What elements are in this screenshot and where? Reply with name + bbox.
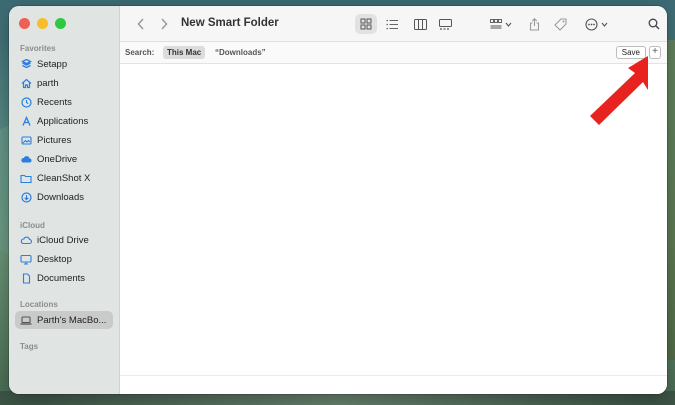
sidebar-item-cleanshot[interactable]: CleanShot X xyxy=(15,169,113,187)
sidebar-item-label: Documents xyxy=(37,272,86,284)
setapp-icon xyxy=(20,58,32,70)
icloud-icon xyxy=(20,234,32,246)
download-icon xyxy=(20,191,32,203)
sidebar-item-setapp[interactable]: Setapp xyxy=(15,55,113,73)
locations-heading: Locations xyxy=(20,300,58,309)
sidebar-item-recents[interactable]: Recents xyxy=(15,93,113,111)
home-icon xyxy=(20,77,32,89)
sidebar-item-label: parth xyxy=(37,77,59,89)
window-title: New Smart Folder xyxy=(181,17,279,29)
search-button[interactable] xyxy=(645,14,663,34)
forward-button[interactable] xyxy=(157,16,171,32)
more-actions-button[interactable] xyxy=(581,14,611,34)
chevron-down-icon xyxy=(505,22,512,27)
minimize-window-button[interactable] xyxy=(37,18,48,29)
favorites-heading: Favorites xyxy=(20,44,56,53)
search-scope-label: Search: xyxy=(125,48,155,57)
group-by-button[interactable] xyxy=(486,14,516,34)
applications-icon xyxy=(20,115,32,127)
desktop-icon xyxy=(20,253,32,265)
icon-view-button[interactable] xyxy=(355,14,377,34)
back-button[interactable] xyxy=(134,16,148,32)
sidebar-item-downloads[interactable]: Downloads xyxy=(15,188,113,206)
sidebar-item-applications[interactable]: Applications xyxy=(15,112,113,130)
column-view-button[interactable] xyxy=(409,14,431,34)
sidebar-item-onedrive[interactable]: OneDrive xyxy=(15,150,113,168)
finder-window: Favorites Setapp parth Recents Applicati… xyxy=(9,6,667,394)
results-area[interactable] xyxy=(120,64,667,394)
path-bar-divider xyxy=(120,375,667,376)
sidebar-item-label: Applications xyxy=(37,115,89,127)
ellipsis-circle-icon xyxy=(584,17,598,31)
folder-icon xyxy=(20,172,32,184)
group-grid-icon xyxy=(490,19,502,29)
sidebar: Favorites Setapp parth Recents Applicati… xyxy=(9,6,120,394)
grid-icon xyxy=(360,18,372,30)
sidebar-item-label: Pictures xyxy=(37,134,72,146)
chevron-down-icon xyxy=(601,22,607,27)
sidebar-item-label: Downloads xyxy=(37,191,84,203)
close-window-button[interactable] xyxy=(19,18,30,29)
tag-icon xyxy=(553,17,567,31)
search-icon xyxy=(648,18,660,30)
window-controls xyxy=(19,18,66,29)
scope-downloads-button[interactable]: “Downloads” xyxy=(215,48,266,57)
scope-this-mac-button[interactable]: This Mac xyxy=(163,46,206,59)
sidebar-item-label: Desktop xyxy=(37,253,72,265)
sidebar-item-pictures[interactable]: Pictures xyxy=(15,131,113,149)
sidebar-item-documents[interactable]: Documents xyxy=(15,269,113,287)
sidebar-item-label: OneDrive xyxy=(37,153,78,165)
search-scope-bar: Search: This Mac “Downloads” Save + xyxy=(120,42,667,64)
tags-button[interactable] xyxy=(551,14,569,34)
chevron-left-icon xyxy=(137,18,144,30)
document-icon xyxy=(20,272,32,284)
cloud-icon xyxy=(20,153,32,165)
list-view-button[interactable] xyxy=(381,14,403,34)
columns-icon xyxy=(413,18,427,30)
annotation-arrow-icon xyxy=(590,56,648,125)
tags-heading: Tags xyxy=(20,342,39,351)
share-button[interactable] xyxy=(525,14,543,34)
sidebar-item-desktop[interactable]: Desktop xyxy=(15,250,113,268)
sidebar-item-label: Setapp xyxy=(37,58,68,70)
gallery-view-button[interactable] xyxy=(434,14,456,34)
laptop-icon xyxy=(20,314,32,326)
gallery-icon xyxy=(438,18,452,30)
sidebar-item-label: Parth's MacBo... xyxy=(37,314,107,326)
chevron-right-icon xyxy=(161,18,168,30)
icloud-heading: iCloud xyxy=(20,221,45,230)
zoom-window-button[interactable] xyxy=(55,18,66,29)
list-icon xyxy=(385,19,398,29)
toolbar: New Smart Folder xyxy=(120,6,667,42)
sidebar-item-label: iCloud Drive xyxy=(37,234,89,246)
sidebar-item-icloud-drive[interactable]: iCloud Drive xyxy=(15,231,113,249)
sidebar-item-label: Recents xyxy=(37,96,72,108)
clock-icon xyxy=(20,96,32,108)
pictures-icon xyxy=(20,134,32,146)
sidebar-item-macbook[interactable]: Parth's MacBo... xyxy=(15,311,113,329)
sidebar-item-label: CleanShot X xyxy=(37,172,91,184)
sidebar-item-parth[interactable]: parth xyxy=(15,74,113,92)
share-icon xyxy=(529,17,539,31)
